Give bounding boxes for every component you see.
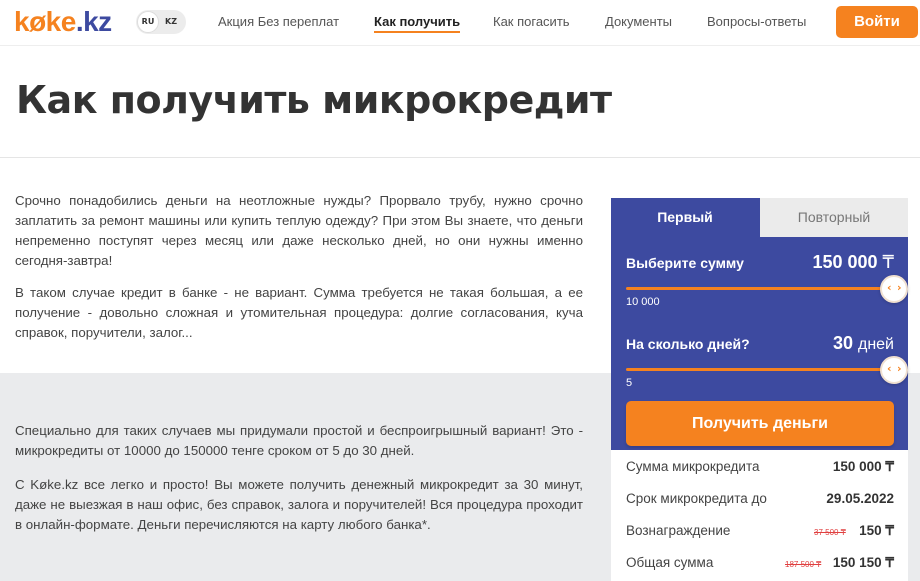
login-button[interactable]: Войти <box>836 6 918 38</box>
summary-value-term: 29.05.2022 <box>826 491 894 506</box>
days-number: 30 <box>832 333 853 353</box>
summary-value-total: 150 150 ₸ <box>832 555 894 570</box>
nav-documents[interactable]: Документы <box>605 14 672 29</box>
amount-currency: ₸ <box>882 252 894 272</box>
nav-how-to-get[interactable]: Как получить <box>374 14 461 33</box>
summary-label-term: Срок микрокредита до <box>626 491 767 506</box>
language-switch[interactable]: RU KZ <box>136 10 186 34</box>
days-slider-track[interactable] <box>626 368 894 371</box>
summary-old-total: 187 500 ₸ <box>785 560 822 569</box>
amount-min-label: 10 000 <box>626 296 660 308</box>
nav-promo[interactable]: Акция Без переплат <box>218 14 339 29</box>
get-money-button[interactable]: Получить деньги <box>626 401 894 446</box>
lang-ru-option[interactable]: RU <box>137 11 159 33</box>
days-min-label: 5 <box>626 377 633 389</box>
tab-first-loan[interactable]: Первый <box>611 198 759 237</box>
amount-slider-handle[interactable]: ‹ › <box>880 275 908 303</box>
summary-old-fee: 37 500 ₸ <box>814 528 846 537</box>
calculator-panel: Первый Повторный Выберите сумму 150 000 … <box>611 198 908 450</box>
site-header: køke.kz RU KZ Акция Без переплат Как пол… <box>0 0 920 46</box>
loan-calculator: Первый Повторный Выберите сумму 150 000 … <box>611 198 908 581</box>
summary-value-fee: 150 ₸ <box>859 523 894 538</box>
amount-value: 150 000 ₸ <box>812 252 894 273</box>
intro-paragraph-2: В таком случае кредит в банке - не вариа… <box>15 285 583 340</box>
nav-how-to-repay[interactable]: Как погасить <box>493 14 570 29</box>
summary-label-amount: Сумма микрокредита <box>626 459 760 474</box>
logo-suffix-text: .kz <box>75 6 112 37</box>
logo-main-text: køke <box>14 6 76 37</box>
summary-label-fee: Вознаграждение <box>626 523 731 538</box>
amount-number: 150 000 <box>812 252 878 272</box>
amount-slider-track[interactable] <box>626 287 894 290</box>
intro-paragraph-1: Срочно понадобились деньги на неотложные… <box>15 193 583 268</box>
summary-value-amount: 150 000 ₸ <box>832 459 894 474</box>
info-paragraph-1: Специально для таких случаев мы придумал… <box>15 423 583 458</box>
days-label: На сколько дней? <box>626 336 750 352</box>
days-value: 30 дней <box>833 333 894 354</box>
tab-repeat-loan[interactable]: Повторный <box>760 198 908 237</box>
summary-label-total: Общая сумма <box>626 555 714 570</box>
days-slider-handle[interactable]: ‹ › <box>880 356 908 384</box>
info-paragraph-2: С Køke.kz все легко и просто! Вы можете … <box>15 477 583 532</box>
loan-summary: Сумма микрокредита 150 000 ₸ Срок микрок… <box>611 450 908 581</box>
divider <box>0 157 920 158</box>
logo[interactable]: køke.kz <box>14 6 112 38</box>
days-unit: дней <box>857 336 894 353</box>
page-title: Как получить микрокредит <box>16 78 612 122</box>
amount-label: Выберите сумму <box>626 255 744 271</box>
nav-faq[interactable]: Вопросы-ответы <box>707 14 806 29</box>
lang-kz-option[interactable]: KZ <box>165 11 183 33</box>
